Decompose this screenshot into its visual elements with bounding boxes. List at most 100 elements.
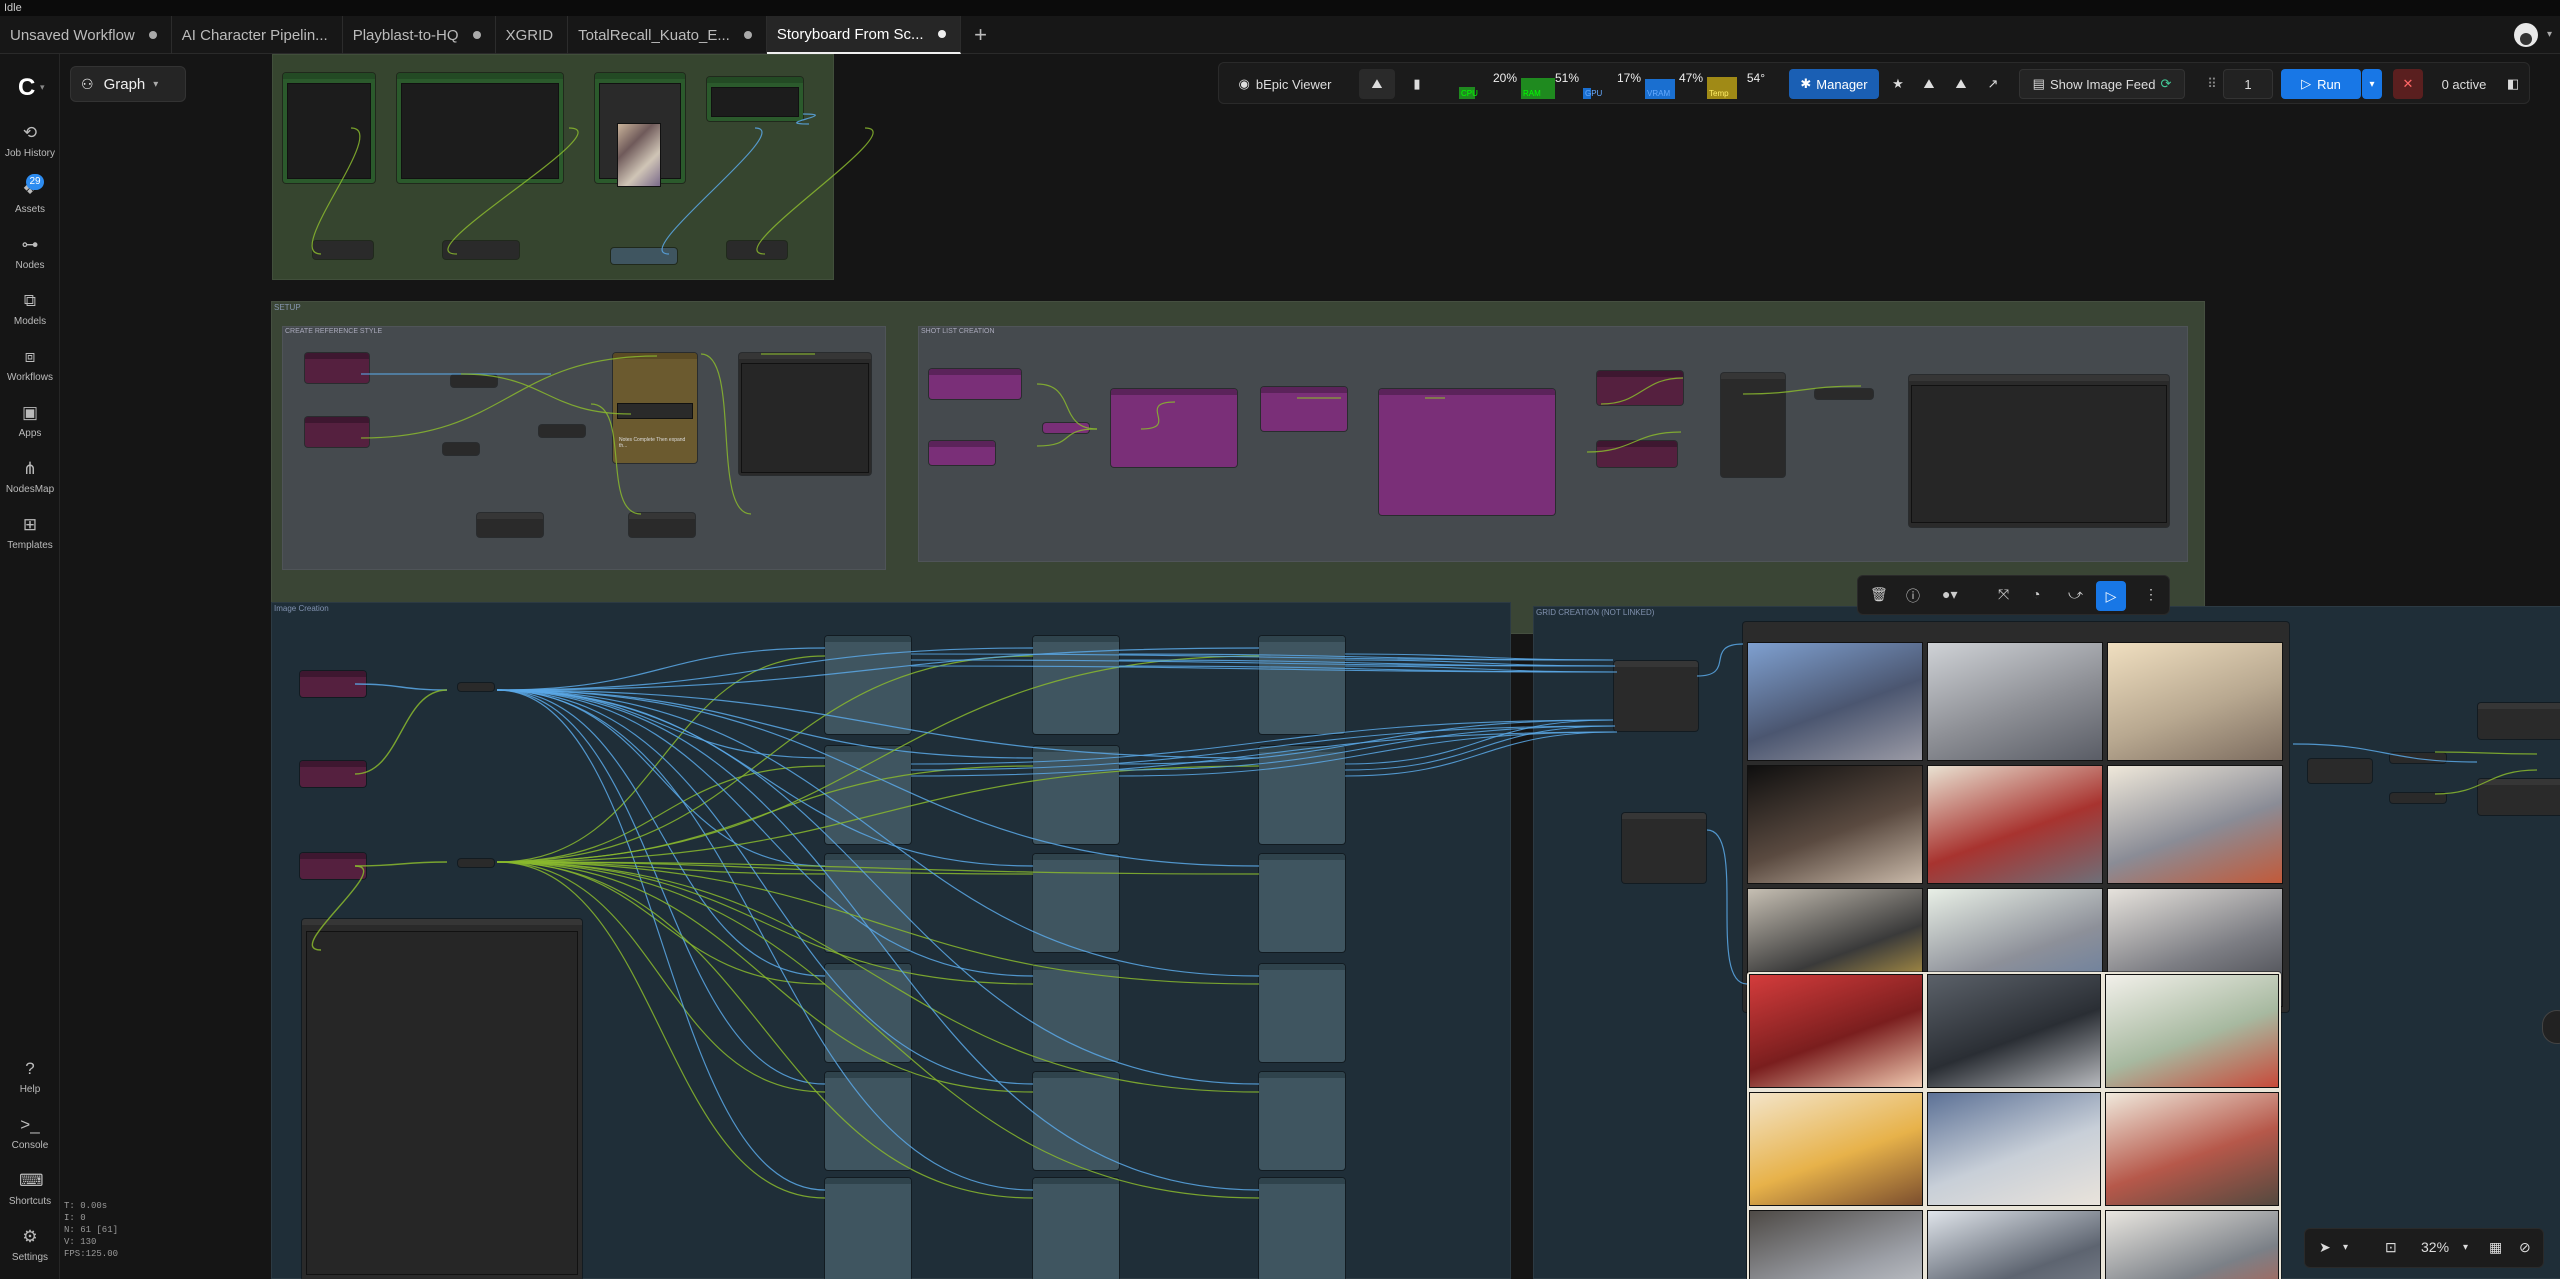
sampler-node[interactable] <box>825 1178 911 1279</box>
bookmark-button[interactable]: ▮ <box>1403 69 1431 99</box>
node[interactable] <box>1909 375 2169 527</box>
node[interactable] <box>707 77 803 121</box>
tool-button[interactable]: ⛰ <box>1947 69 1975 99</box>
group-top[interactable] <box>272 54 834 280</box>
chevron-down-icon[interactable]: ▾ <box>2547 29 2552 40</box>
tool-button[interactable]: ⛰ <box>1915 69 1943 99</box>
sampler-node[interactable] <box>1259 1072 1345 1170</box>
storyboard-preview-node[interactable] <box>1743 622 2289 1012</box>
new-tab-button[interactable]: + <box>961 16 1001 54</box>
chevron-down-icon[interactable]: ▾ <box>40 82 45 93</box>
link-visibility-icon[interactable]: ⊘ <box>2519 1239 2531 1256</box>
node[interactable] <box>443 241 519 259</box>
star-button[interactable]: ★ <box>1885 69 1911 99</box>
fit-icon[interactable]: ⤧ <box>1998 586 2009 603</box>
sidebar-item-nodesmap[interactable]: ⋔ NodesMap <box>0 454 60 510</box>
node[interactable] <box>539 425 585 437</box>
sampler-node[interactable] <box>1033 1072 1119 1170</box>
node[interactable] <box>727 241 787 259</box>
queue-count-input[interactable]: 1 <box>2223 69 2273 99</box>
info-icon[interactable]: ⓘ <box>1906 586 1920 606</box>
node[interactable] <box>629 513 695 537</box>
sampler-node[interactable] <box>825 964 911 1062</box>
node[interactable] <box>300 853 366 879</box>
chevron-down-icon[interactable]: ▾ <box>2463 1242 2468 1253</box>
node[interactable] <box>305 353 369 383</box>
graph-canvas[interactable]: SETUP CREATE REFERENCE STYLE Notes Compl… <box>61 54 2560 1279</box>
bypass-icon[interactable]: ◔ <box>2032 586 2040 602</box>
sidebar-item-models[interactable]: ⧉ Models <box>0 286 60 342</box>
tab-playblast[interactable]: Playblast-to-HQ <box>343 16 496 54</box>
node[interactable] <box>300 671 366 697</box>
active-jobs[interactable]: 0 active <box>2429 69 2499 99</box>
notes-node[interactable]: Notes Complete Then expand th... <box>613 353 697 463</box>
zoom-level[interactable]: 32% <box>2421 1239 2449 1255</box>
sidebar-item-console[interactable]: >_ Console <box>0 1110 60 1166</box>
share-button[interactable]: ↗ <box>1979 69 2007 99</box>
node[interactable] <box>300 761 366 787</box>
node[interactable] <box>451 375 497 387</box>
manager-button[interactable]: ✱ Manager <box>1789 69 1879 99</box>
node[interactable] <box>1261 387 1347 431</box>
drag-handle-icon[interactable]: ⠿ <box>2205 69 2219 99</box>
node[interactable] <box>1379 389 1555 515</box>
minimap-icon[interactable]: ▦ <box>2489 1239 2502 1256</box>
wire-icon[interactable]: ⤻ <box>2068 586 2083 603</box>
node[interactable] <box>397 73 563 183</box>
node[interactable] <box>283 73 375 183</box>
node[interactable] <box>1597 371 1683 405</box>
sampler-node[interactable] <box>1033 854 1119 952</box>
sampler-node[interactable] <box>1259 1178 1345 1279</box>
chevron-down-icon[interactable]: ▾ <box>2343 1242 2348 1253</box>
sampler-node[interactable] <box>1033 964 1119 1062</box>
pointer-icon[interactable]: ➤ <box>2319 1239 2331 1256</box>
node[interactable] <box>1622 813 1706 883</box>
sampler-node[interactable] <box>1259 636 1345 734</box>
run-options-button[interactable]: ▾ <box>2362 69 2382 99</box>
tab-totalrecall[interactable]: TotalRecall_Kuato_E... <box>568 16 767 54</box>
node[interactable] <box>739 353 871 475</box>
group-shot-list[interactable]: SHOT LIST CREATION <box>918 326 2188 562</box>
sampler-node[interactable] <box>825 746 911 844</box>
node[interactable] <box>929 369 1021 399</box>
sampler-node[interactable] <box>825 854 911 952</box>
trash-icon[interactable]: 🗑 <box>1870 586 1888 603</box>
node[interactable] <box>929 441 995 465</box>
sampler-node[interactable] <box>1259 964 1345 1062</box>
logo-button[interactable]: ⛰ <box>1359 69 1395 99</box>
more-icon[interactable]: ⋮ <box>2144 586 2158 603</box>
sampler-node[interactable] <box>1033 746 1119 844</box>
sidebar-item-templates[interactable]: ⊞ Templates <box>0 510 60 566</box>
node[interactable] <box>2308 759 2372 783</box>
sidebar-item-assets[interactable]: ❖ 29 Assets <box>0 174 60 230</box>
tab-xgrid[interactable]: XGRID <box>496 16 569 54</box>
node[interactable] <box>443 443 479 455</box>
tab-storyboard[interactable]: Storyboard From Sc... <box>766 16 961 54</box>
storyboard-preview-node[interactable] <box>1747 972 2281 1279</box>
sidebar-item-workflows[interactable]: ⧈ Workflows <box>0 342 60 398</box>
node[interactable] <box>1614 661 1698 731</box>
comfy-logo-icon[interactable]: C <box>18 74 35 102</box>
image-feed-button[interactable]: ▤ Show Image Feed ⟳ <box>2019 69 2185 99</box>
node[interactable] <box>1043 423 1089 433</box>
sampler-node[interactable] <box>1259 746 1345 844</box>
sampler-node[interactable] <box>1033 636 1119 734</box>
node[interactable] <box>595 73 685 187</box>
sampler-node[interactable] <box>825 636 911 734</box>
node[interactable] <box>1721 373 1785 477</box>
node[interactable] <box>313 241 373 259</box>
node[interactable] <box>1815 389 1873 399</box>
viewer-button[interactable]: ◉ bEpic Viewer <box>1229 69 1341 99</box>
node[interactable] <box>1597 441 1677 467</box>
node[interactable] <box>2390 793 2446 803</box>
node[interactable] <box>2390 753 2446 763</box>
sidebar-item-nodes[interactable]: ⊶ Nodes <box>0 230 60 286</box>
node[interactable] <box>611 248 677 264</box>
node[interactable] <box>477 513 543 537</box>
sampler-node[interactable] <box>825 1072 911 1170</box>
node[interactable] <box>2478 779 2560 815</box>
group-create-reference[interactable]: CREATE REFERENCE STYLE Notes Complete Th… <box>282 326 886 570</box>
sidebar-item-help[interactable]: ? Help <box>0 1054 60 1110</box>
cancel-button[interactable]: ✕ <box>2393 69 2423 99</box>
panel-toggle-button[interactable]: ◧ <box>2501 69 2525 99</box>
